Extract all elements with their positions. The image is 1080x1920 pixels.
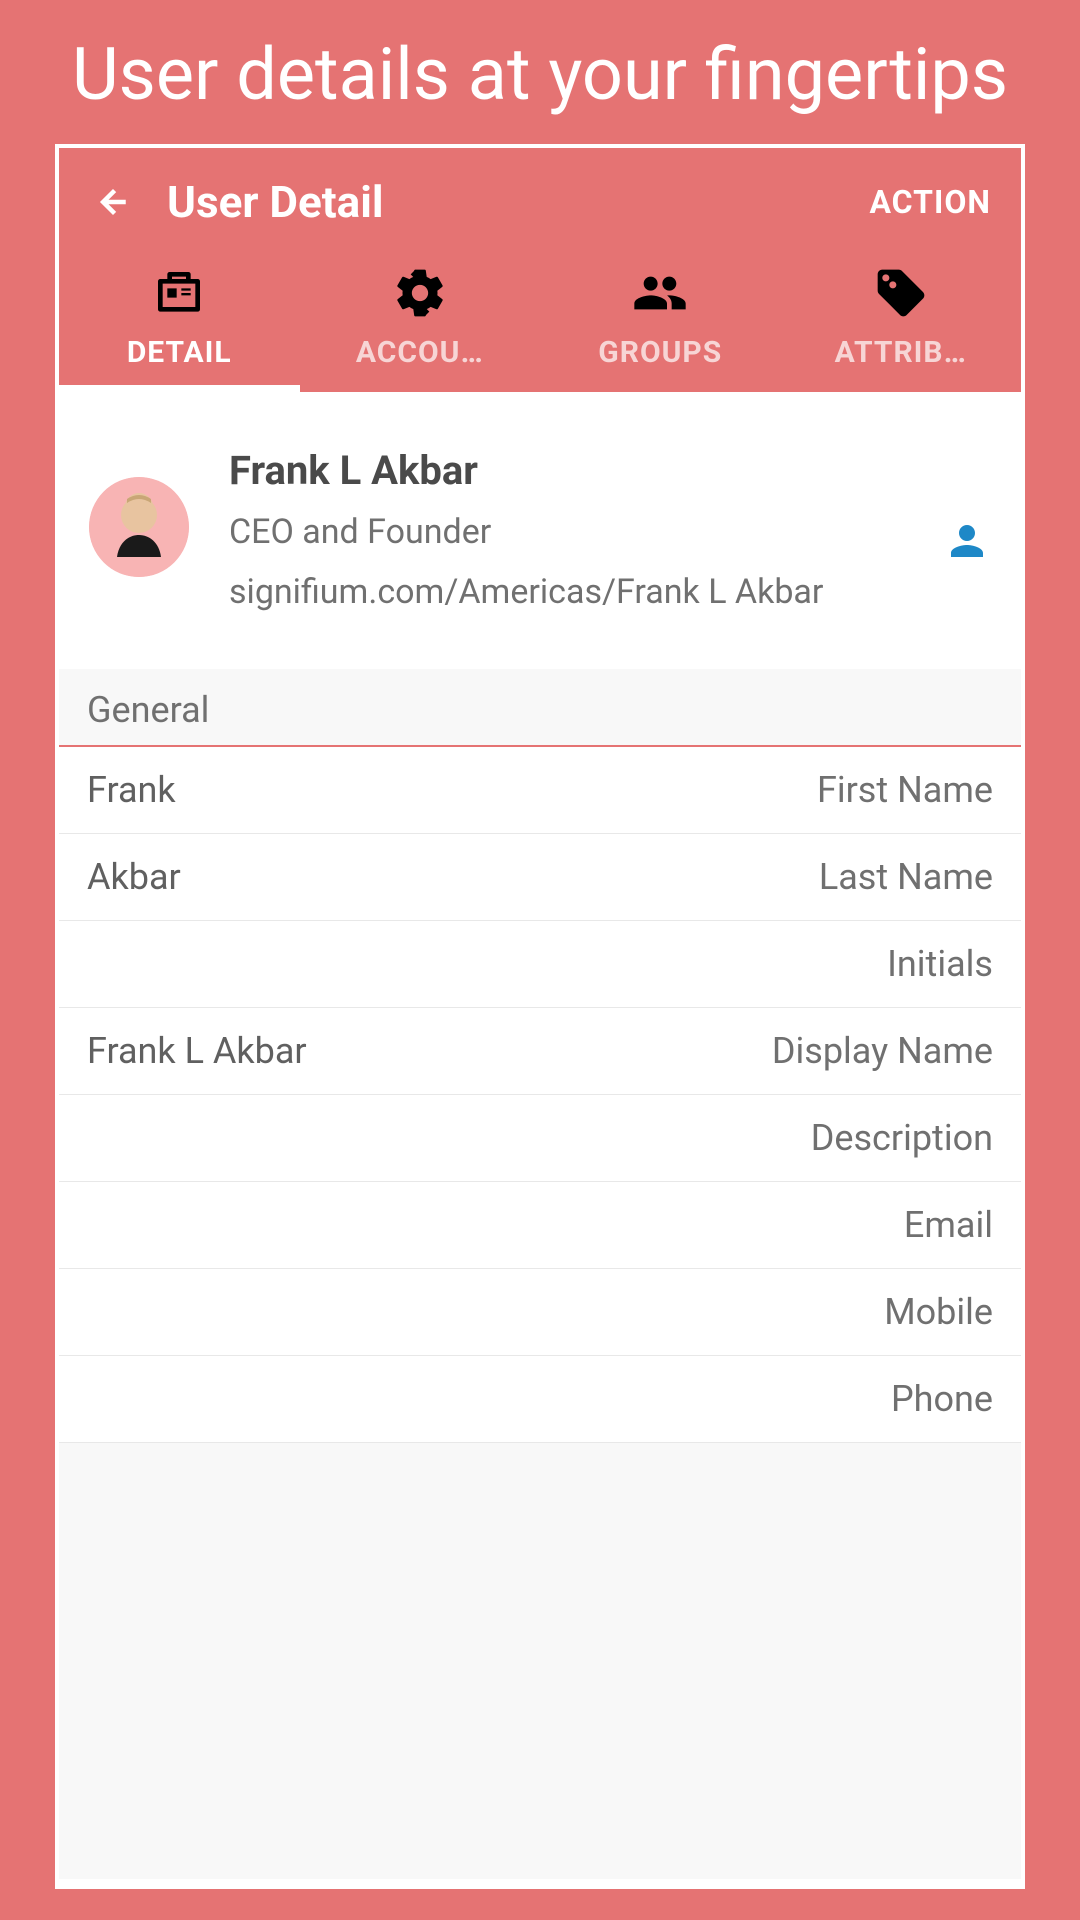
field-first-name[interactable]: Frank First Name — [59, 747, 1021, 834]
groups-icon — [632, 265, 688, 321]
person-icon[interactable] — [943, 517, 991, 565]
field-last-name[interactable]: Akbar Last Name — [59, 834, 1021, 921]
field-description[interactable]: Description — [59, 1095, 1021, 1182]
arrow-left-icon — [95, 184, 131, 220]
profile-path: signifium.com/Americas/Frank L Akbar — [229, 570, 903, 614]
hero-title: User details at your fingertips — [0, 0, 1080, 144]
profile-title: CEO and Founder — [229, 512, 903, 552]
section-header-general: General — [59, 669, 1021, 747]
field-phone[interactable]: Phone — [59, 1356, 1021, 1443]
field-value: Frank L Akbar — [87, 1030, 307, 1072]
field-value: Frank — [87, 769, 176, 811]
field-label: Mobile — [884, 1291, 993, 1333]
field-label: First Name — [817, 769, 993, 811]
field-label: Email — [904, 1204, 993, 1246]
field-value: Akbar — [87, 856, 181, 898]
field-initials[interactable]: Initials — [59, 921, 1021, 1008]
tab-label: DETAIL — [119, 335, 240, 370]
tabs: DETAIL ACCOU… GROUPS ATTRIB… — [59, 253, 1021, 392]
gear-sync-icon — [392, 265, 448, 321]
tab-account[interactable]: ACCOU… — [300, 253, 541, 392]
tab-detail[interactable]: DETAIL — [59, 253, 300, 392]
field-email[interactable]: Email — [59, 1182, 1021, 1269]
field-mobile[interactable]: Mobile — [59, 1269, 1021, 1356]
back-button[interactable] — [89, 178, 137, 226]
page-title: User Detail — [167, 176, 839, 228]
action-button[interactable]: ACTION — [869, 183, 991, 221]
tags-icon — [873, 265, 929, 321]
field-display-name[interactable]: Frank L Akbar Display Name — [59, 1008, 1021, 1095]
field-label: Initials — [887, 943, 993, 985]
field-label: Display Name — [772, 1030, 993, 1072]
tab-label: ACCOU… — [348, 335, 492, 370]
tab-label: ATTRIB… — [827, 335, 975, 370]
field-label: Description — [811, 1117, 993, 1159]
profile-card: Frank L Akbar CEO and Founder signifium.… — [59, 392, 1021, 669]
app-header: User Detail ACTION — [59, 148, 1021, 253]
badge-icon — [151, 265, 207, 321]
avatar — [89, 477, 189, 577]
tab-label: GROUPS — [590, 335, 730, 370]
tab-attributes[interactable]: ATTRIB… — [781, 253, 1022, 392]
profile-name: Frank L Akbar — [229, 447, 903, 494]
profile-info: Frank L Akbar CEO and Founder signifium.… — [229, 447, 903, 614]
device-frame: User Detail ACTION DETAIL ACCOU… GROUPS — [55, 144, 1025, 1889]
field-label: Phone — [891, 1378, 993, 1420]
tab-groups[interactable]: GROUPS — [540, 253, 781, 392]
field-label: Last Name — [819, 856, 993, 898]
content: Frank L Akbar CEO and Founder signifium.… — [59, 392, 1021, 1879]
